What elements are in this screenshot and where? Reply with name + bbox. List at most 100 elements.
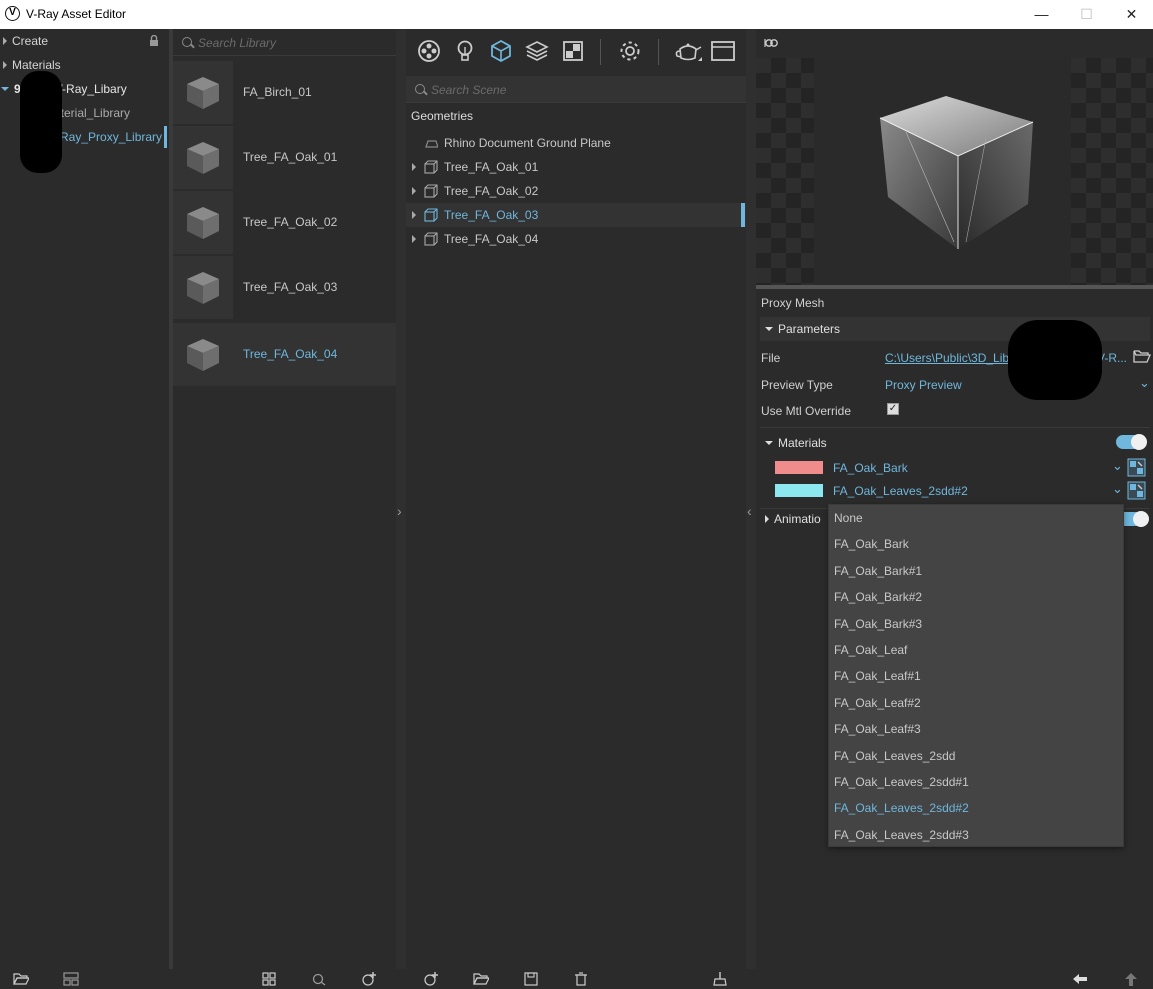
scene-item[interactable]: Tree_FA_Oak_02	[406, 179, 746, 203]
scene-item[interactable]: Tree_FA_Oak_04	[406, 227, 746, 251]
scene-item-label: Tree_FA_Oak_02	[444, 184, 539, 198]
chevron-down-icon[interactable]: ⌄	[1112, 458, 1123, 474]
library-item[interactable]: Tree_FA_Oak_02	[173, 191, 396, 254]
open-file-icon[interactable]	[473, 972, 489, 986]
dropdown-option[interactable]: FA_Oak_Leaf#3	[834, 716, 921, 742]
purge-unused-icon[interactable]	[712, 972, 728, 986]
library-item[interactable]: Tree_FA_Oak_01	[173, 126, 396, 189]
dropdown-option[interactable]: FA_Oak_Leaf#2	[834, 690, 921, 716]
material-dropdown-list: None FA_Oak_Bark FA_Oak_Bark#1 FA_Oak_Ba…	[828, 504, 1124, 847]
library-item-label: Tree_FA_Oak_02	[243, 215, 338, 229]
asset-thumbnail	[173, 191, 233, 254]
dropdown-option[interactable]: FA_Oak_Leaves_2sdd#3	[834, 822, 969, 848]
collapse-right-icon[interactable]: ‹	[747, 503, 752, 519]
textures-icon[interactable]	[561, 39, 585, 63]
section-title: Animatio	[774, 512, 821, 526]
material-edit-icon[interactable]	[1127, 481, 1146, 500]
add-to-scene-icon[interactable]	[361, 972, 377, 986]
expand-arrow-icon	[765, 515, 769, 523]
open-folder-icon[interactable]	[13, 972, 29, 986]
material-slot-select[interactable]: FA_Oak_Leaves_2sdd#2	[833, 484, 968, 498]
dropdown-option[interactable]: FA_Oak_Bark	[834, 531, 909, 557]
dropdown-option[interactable]: FA_Oak_Leaves_2sdd#1	[834, 769, 969, 795]
layers-icon[interactable]	[525, 39, 549, 63]
dropdown-option[interactable]: FA_Oak_Bark#3	[834, 611, 922, 637]
minimize-button[interactable]: —	[1019, 0, 1064, 29]
library-item[interactable]: Tree_FA_Oak_03	[173, 256, 396, 319]
materials-section-header[interactable]: Materials	[761, 433, 827, 453]
up-arrow-icon[interactable]	[1123, 972, 1139, 986]
materials-icon[interactable]	[417, 39, 441, 63]
scene-search[interactable]: Search Scene	[406, 76, 746, 103]
sidebar-item-create[interactable]: Create	[3, 30, 48, 52]
expand-arrow-icon[interactable]	[412, 211, 416, 219]
render-teapot-icon[interactable]	[674, 39, 702, 63]
file-path-field[interactable]: C:\Users\Public\3D_Libr	[885, 351, 1013, 365]
library-splitter[interactable]: ›	[396, 29, 406, 969]
chevron-down-icon[interactable]: ⌄	[1112, 481, 1123, 497]
object-type-title: Proxy Mesh	[761, 296, 825, 310]
collapse-arrow-icon	[765, 441, 773, 445]
collapse-left-icon[interactable]: ›	[397, 503, 402, 519]
dropdown-option-selected[interactable]: FA_Oak_Leaves_2sdd#2	[834, 795, 969, 821]
grid-view-icon[interactable]	[261, 972, 277, 986]
dropdown-option[interactable]: FA_Oak_Leaf	[834, 637, 907, 663]
geometry-icon[interactable]	[489, 39, 513, 63]
save-icon[interactable]	[523, 972, 539, 986]
create-asset-icon[interactable]	[423, 972, 439, 986]
search-icon	[182, 37, 192, 47]
dropdown-option[interactable]: FA_Oak_Leaves_2sdd	[834, 743, 955, 769]
scene-item-ground-plane[interactable]: Rhino Document Ground Plane	[406, 131, 746, 155]
lock-icon[interactable]	[149, 35, 159, 46]
library-item-selected[interactable]: Tree_FA_Oak_04	[173, 323, 396, 386]
use-mtl-override-checkbox[interactable]: ✓	[887, 403, 899, 415]
preview-splitter[interactable]	[756, 285, 1153, 289]
expand-arrow-icon[interactable]	[3, 61, 7, 69]
library-item[interactable]: FA_Birch_01	[173, 61, 396, 124]
scene-item[interactable]: Tree_FA_Oak_01	[406, 155, 746, 179]
use-mtl-override-label: Use Mtl Override	[761, 404, 852, 418]
animation-section-header[interactable]: Animatio	[761, 509, 821, 529]
scene-splitter[interactable]: ‹	[746, 29, 756, 969]
chevron-down-icon[interactable]: ⌄	[1139, 375, 1150, 391]
open-folder-icon[interactable]	[1133, 349, 1151, 363]
dropdown-option[interactable]: None	[834, 505, 863, 531]
back-arrow-icon[interactable]	[1072, 972, 1088, 986]
scene-item-selected[interactable]: Tree_FA_Oak_03	[406, 203, 746, 227]
settings-icon[interactable]	[618, 39, 642, 63]
dropdown-option[interactable]: FA_Oak_Leaf#1	[834, 663, 921, 689]
toolbar-separator	[600, 39, 601, 65]
expand-arrow-icon[interactable]	[3, 37, 7, 45]
redaction-mark	[1008, 320, 1102, 400]
delete-icon[interactable]	[573, 972, 589, 986]
lights-icon[interactable]	[453, 39, 477, 63]
scene-panel: Search Scene Geometries Rhino Document G…	[406, 29, 746, 969]
maximize-button[interactable]: ☐	[1064, 0, 1109, 29]
divider	[760, 427, 1150, 428]
cube-thumbnail-icon	[187, 207, 219, 239]
sidebar-footer	[0, 969, 169, 989]
collapse-arrow-icon[interactable]	[1, 87, 9, 91]
cube-thumbnail-icon	[187, 142, 219, 174]
close-button[interactable]: ✕	[1109, 0, 1153, 29]
proxy-mesh-icon	[424, 208, 438, 222]
filter-search-icon[interactable]	[311, 972, 327, 986]
dropdown-option[interactable]: FA_Oak_Bark#2	[834, 584, 922, 610]
material-slot-select[interactable]: FA_Oak_Bark	[833, 461, 908, 475]
library-search[interactable]: Search Library	[173, 29, 396, 56]
expand-arrow-icon[interactable]	[412, 235, 416, 243]
preview-type-select[interactable]: Proxy Preview	[885, 378, 962, 392]
material-edit-icon[interactable]	[1127, 458, 1146, 477]
vray-logo-icon: V	[5, 6, 20, 21]
materials-toggle[interactable]	[1116, 434, 1147, 450]
sidebar-item-material-library[interactable]: aterial_Library	[54, 102, 130, 124]
frame-buffer-icon[interactable]	[710, 39, 736, 63]
selection-marker	[741, 203, 745, 227]
layout-toggle-icon[interactable]	[63, 972, 79, 986]
dropdown-option[interactable]: FA_Oak_Bark#1	[834, 558, 922, 584]
expand-arrow-icon[interactable]	[412, 163, 416, 171]
material-preview	[756, 58, 1153, 285]
preview-toggle-icon[interactable]	[764, 38, 778, 48]
search-placeholder: Search Scene	[431, 83, 507, 97]
expand-arrow-icon[interactable]	[412, 187, 416, 195]
